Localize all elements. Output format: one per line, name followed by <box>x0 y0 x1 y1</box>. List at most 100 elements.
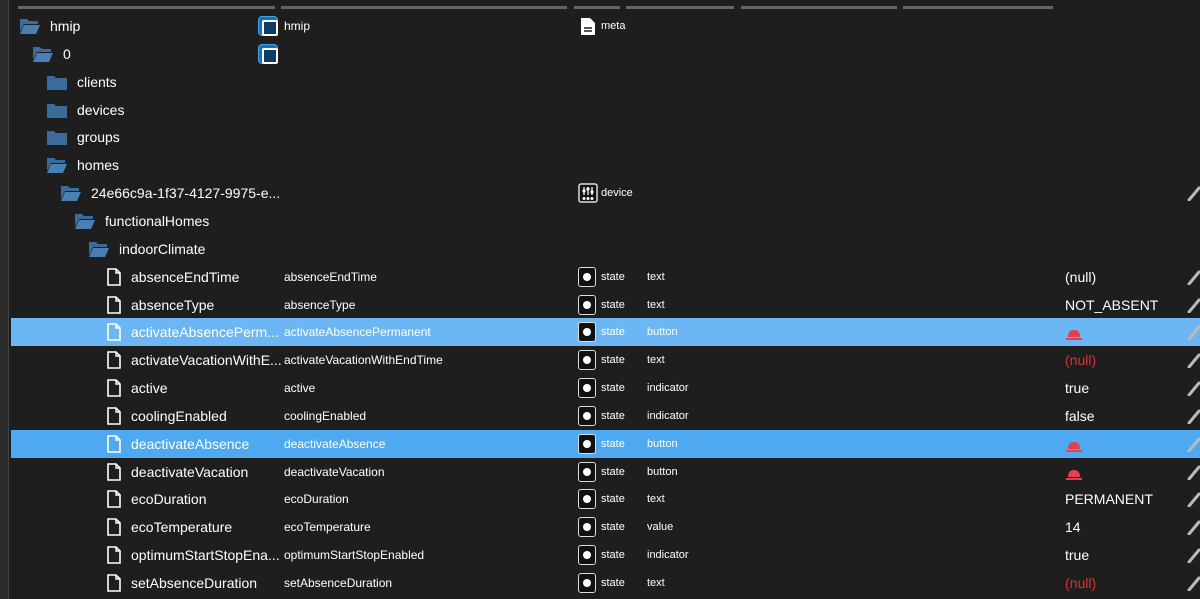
file-icon <box>107 490 121 509</box>
tree-node[interactable]: functionalHomes <box>75 207 209 235</box>
object-value[interactable]: true <box>1065 374 1089 402</box>
tree-row[interactable]: indoorClimate <box>11 235 1200 263</box>
tree-node[interactable]: 24e66c9a-1f37-4127-9975-e... <box>61 179 280 207</box>
pencil-icon[interactable] <box>1187 324 1200 341</box>
tree-row[interactable]: groups <box>11 123 1200 151</box>
state-icon <box>578 322 596 343</box>
tree-row[interactable]: functionalHomes <box>11 207 1200 235</box>
pencil-icon[interactable] <box>1187 491 1200 508</box>
device-icon <box>578 183 598 208</box>
object-value[interactable]: NOT_ABSENT <box>1065 291 1158 319</box>
state-icon <box>578 461 596 482</box>
tree-node[interactable]: hmip <box>20 12 80 40</box>
pencil-icon[interactable] <box>1187 408 1200 425</box>
tree-node[interactable]: activateAbsencePerm... <box>107 318 279 346</box>
object-value[interactable]: (null) <box>1065 569 1096 597</box>
pencil-icon[interactable] <box>1187 297 1200 313</box>
object-value[interactable]: false <box>1065 402 1095 430</box>
tree-node[interactable]: deactivateVacation <box>107 458 248 486</box>
object-role: value <box>647 521 674 534</box>
tree-node[interactable]: optimumStartStopEna... <box>107 541 280 569</box>
pencil-icon[interactable] <box>1187 575 1200 592</box>
object-name: deactivateVacation <box>284 464 385 479</box>
object-type: state <box>601 354 625 367</box>
state-icon <box>578 378 596 399</box>
tree-row[interactable]: optimumStartStopEna... optimumStartStopEn… <box>11 541 1200 569</box>
tree-node[interactable]: ecoDuration <box>107 485 207 513</box>
tree-row[interactable]: ecoTemperature ecoTemperature state value 14 <box>11 513 1200 541</box>
object-value[interactable]: (null) <box>1065 346 1096 374</box>
pencil-icon[interactable] <box>1187 380 1200 397</box>
object-type: state <box>601 437 625 450</box>
node-label: absenceType <box>131 296 215 313</box>
column-header-room[interactable] <box>741 6 897 9</box>
bell-button-icon[interactable] <box>1065 439 1083 452</box>
tree-row[interactable]: ecoDuration ecoDuration state text PERMANENT <box>11 485 1200 513</box>
object-name: activateAbsencePermanent <box>284 325 431 340</box>
tree-row[interactable]: absenceEndTime absenceEndTime state text (nu… <box>11 263 1200 291</box>
pencil-icon[interactable] <box>1187 269 1200 286</box>
object-role: button <box>647 326 678 339</box>
tree-node[interactable]: setAbsenceDuration <box>107 569 257 597</box>
object-name: setAbsenceDuration <box>284 576 393 590</box>
tree-row[interactable]: deactivateAbsence deactivateAbsence state b… <box>11 429 1200 458</box>
tree-node[interactable]: groups <box>47 123 120 151</box>
pencil-icon[interactable] <box>1187 464 1200 481</box>
file-icon <box>107 379 121 397</box>
tree-node[interactable]: active <box>107 374 168 402</box>
left-scrollbar[interactable] <box>0 0 9 599</box>
tree-row[interactable]: hmip hmip meta <box>11 12 1200 40</box>
pencil-icon[interactable] <box>1187 436 1200 453</box>
column-header-role[interactable] <box>626 6 734 9</box>
state-icon <box>578 405 596 426</box>
tree-node[interactable]: coolingEnabled <box>107 402 227 430</box>
object-value[interactable]: (null) <box>1065 263 1096 291</box>
bell-button-icon[interactable] <box>1065 327 1083 341</box>
pencil-icon[interactable] <box>1187 519 1200 536</box>
node-label: activateAbsencePerm... <box>131 324 279 341</box>
tree-node[interactable]: 0 <box>33 40 71 68</box>
object-name: ecoTemperature <box>284 520 371 535</box>
column-header-name[interactable] <box>281 6 567 9</box>
tree-node[interactable]: homes <box>47 151 119 179</box>
object-value[interactable]: true <box>1065 541 1089 569</box>
node-label: optimumStartStopEna... <box>131 547 280 564</box>
tree-node[interactable]: clients <box>47 68 117 96</box>
tree-node[interactable]: deactivateAbsence <box>107 430 249 458</box>
object-name: coolingEnabled <box>284 408 367 423</box>
object-name: deactivateAbsence <box>284 436 386 451</box>
tree-row[interactable]: homes <box>11 151 1200 179</box>
object-type: state <box>601 493 625 506</box>
tree-row[interactable]: activateAbsencePerm... activateAbsencePer… <box>11 318 1200 347</box>
bell-button-icon[interactable] <box>1065 467 1083 480</box>
tree-node[interactable]: absenceEndTime <box>107 263 239 291</box>
pencil-icon[interactable] <box>1187 352 1200 369</box>
tree-row[interactable]: deactivateVacation deactivateVacation stat… <box>11 458 1200 486</box>
column-header-function[interactable] <box>903 6 1053 9</box>
tree-row[interactable]: clients <box>11 68 1200 96</box>
object-role: text <box>647 270 665 283</box>
column-header-id[interactable] <box>18 6 275 9</box>
folder-open-icon <box>89 241 109 257</box>
tree-node[interactable]: activateVacationWithE... <box>107 346 282 374</box>
pencil-icon[interactable] <box>1187 185 1200 202</box>
node-label: homes <box>77 157 120 174</box>
object-value[interactable]: PERMANENT <box>1065 485 1153 513</box>
column-header-type[interactable] <box>574 6 620 9</box>
file-icon <box>107 546 121 564</box>
tree-node[interactable]: ecoTemperature <box>107 513 232 541</box>
tree-row[interactable]: setAbsenceDuration setAbsenceDuration stat… <box>11 569 1200 597</box>
tree-row[interactable]: 0 <box>11 40 1200 68</box>
object-value[interactable]: 14 <box>1065 513 1081 541</box>
file-icon <box>107 351 121 369</box>
tree-node[interactable]: indoorClimate <box>89 235 205 263</box>
tree-row[interactable]: absenceType absenceType state text NOT_ABSEN… <box>11 291 1200 319</box>
tree-node[interactable]: absenceType <box>107 291 214 319</box>
pencil-icon[interactable] <box>1187 547 1200 564</box>
tree-row[interactable]: coolingEnabled coolingEnabled state indicat… <box>11 402 1200 430</box>
tree-row[interactable]: devices <box>11 96 1200 124</box>
tree-row[interactable]: activateVacationWithE... activateVacation… <box>11 346 1200 374</box>
tree-row[interactable]: active active state indicator true <box>11 374 1200 402</box>
tree-node[interactable]: devices <box>47 96 124 124</box>
tree-row[interactable]: 24e66c9a-1f37-4127-9975-e... device <box>11 179 1200 207</box>
